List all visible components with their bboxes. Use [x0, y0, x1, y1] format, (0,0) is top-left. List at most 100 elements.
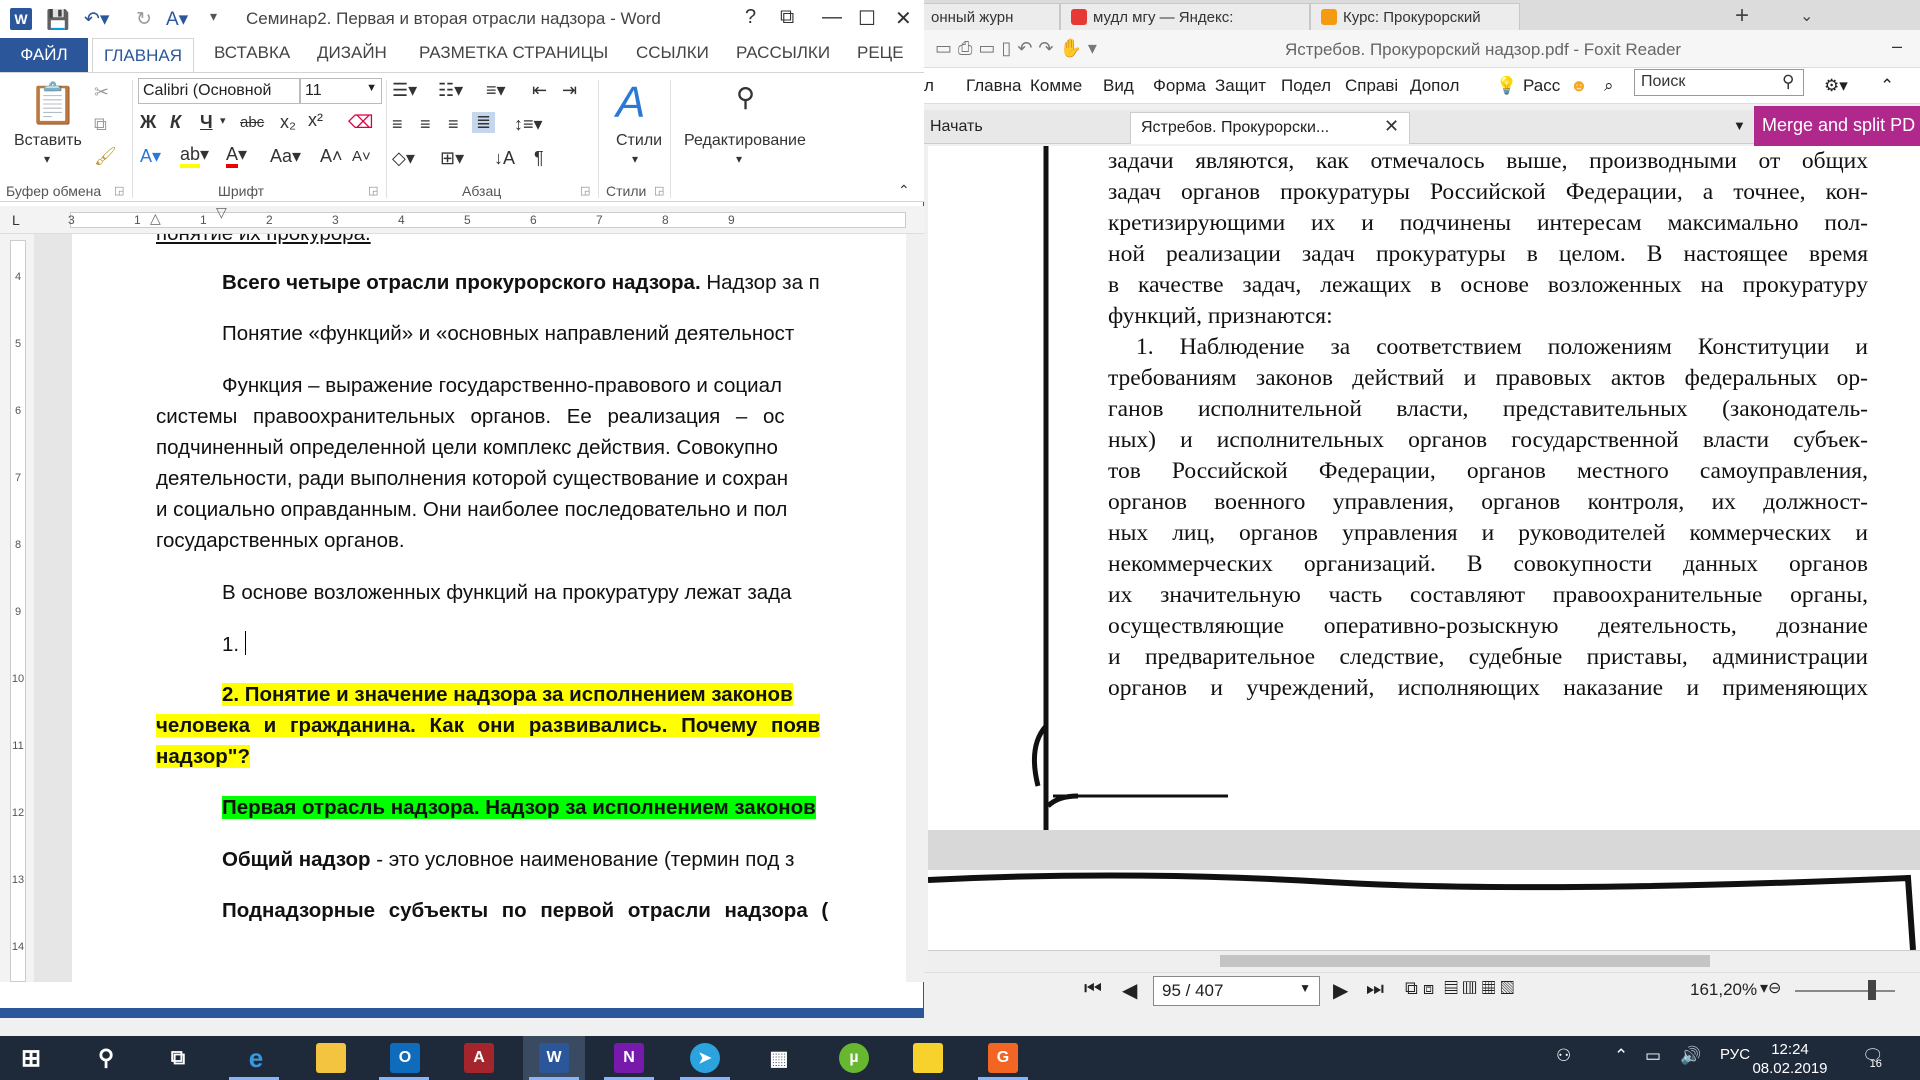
gear-icon[interactable]: ⚙▾: [1824, 76, 1848, 96]
tab-dropdown-icon[interactable]: ▼: [1733, 118, 1746, 133]
cut-icon[interactable]: ✂: [94, 82, 109, 103]
collapse-ribbon-icon[interactable]: ⌃: [1880, 76, 1894, 96]
bold-button[interactable]: Ж: [140, 112, 156, 133]
decrease-indent-icon[interactable]: ⇤: [532, 80, 547, 101]
menu-item[interactable]: л: [924, 76, 934, 96]
menu-item[interactable]: Главна: [966, 76, 1022, 96]
superscript-button[interactable]: x²: [308, 110, 323, 131]
collapse-ribbon-icon[interactable]: ⌃: [898, 182, 910, 199]
tab-selector-icon[interactable]: L: [12, 212, 20, 228]
taskbar-outlook[interactable]: O: [374, 1036, 436, 1080]
numbering-icon[interactable]: ☷▾: [438, 80, 463, 101]
page-view-icons[interactable]: ⧉ ⧈ ▤ ▥ ▦ ▧: [1405, 978, 1514, 999]
menu-item[interactable]: Расс: [1523, 76, 1560, 96]
tab-mailings[interactable]: РАССЫЛКИ: [736, 43, 830, 63]
multilevel-list-icon[interactable]: ≡▾: [486, 80, 506, 101]
new-tab-button[interactable]: +: [1735, 2, 1749, 30]
tab-references[interactable]: ССЫЛКИ: [636, 43, 709, 63]
tab-layout[interactable]: РАЗМЕТКА СТРАНИЦЫ: [419, 43, 608, 63]
zoom-slider[interactable]: [1795, 990, 1895, 992]
tab-list-chevron-icon[interactable]: ⌄: [1800, 6, 1813, 26]
styles-icon[interactable]: A: [616, 78, 645, 128]
minimize-icon[interactable]: —: [822, 6, 842, 29]
notifications-icon[interactable]: 🗨16: [1862, 1046, 1896, 1070]
ruler-scale[interactable]: 3 1 1 2 3 4 5 6 7 8 9: [68, 212, 906, 228]
styles-button[interactable]: Стили: [616, 132, 662, 150]
sort-icon[interactable]: ↓A: [494, 148, 515, 169]
editing-button[interactable]: Редактирование: [684, 132, 806, 150]
lightbulb-icon[interactable]: 💡: [1496, 76, 1517, 96]
help-icon[interactable]: ?: [745, 6, 756, 29]
shrink-font-icon[interactable]: A˅: [352, 148, 371, 165]
scrollbar-thumb[interactable]: [1220, 955, 1710, 967]
format-painter-icon[interactable]: 🖌: [94, 146, 117, 167]
document-tab[interactable]: Ястребов. Прокурорски...: [1130, 112, 1410, 144]
chevron-down-icon[interactable]: ▾: [44, 152, 50, 166]
start-button[interactable]: ⊞: [0, 1036, 62, 1080]
taskbar-telegram[interactable]: ➤: [674, 1036, 736, 1080]
battery-icon[interactable]: ▭: [1645, 1046, 1661, 1066]
close-icon[interactable]: ✕: [895, 6, 912, 31]
italic-button[interactable]: К: [170, 112, 181, 133]
tab-design[interactable]: ДИЗАЙН: [317, 43, 387, 63]
grow-font-icon[interactable]: A˄: [320, 146, 343, 167]
underline-button[interactable]: Ч: [200, 112, 213, 133]
chevron-down-icon[interactable]: ▾: [632, 152, 638, 166]
next-page-icon[interactable]: ▶: [1333, 978, 1348, 1003]
hanging-indent-marker[interactable]: △: [150, 210, 161, 227]
clock[interactable]: 12:24 08.02.2019: [1740, 1040, 1840, 1078]
change-case-icon[interactable]: Aa▾: [270, 146, 301, 167]
tab-review[interactable]: РЕЦЕ: [857, 43, 904, 63]
minimize-icon[interactable]: –: [1892, 36, 1902, 57]
taskbar-sticky-notes[interactable]: [897, 1036, 959, 1080]
taskbar-store[interactable]: ▦: [748, 1036, 810, 1080]
text-format-icon[interactable]: A▾: [166, 8, 188, 31]
zoom-slider-thumb[interactable]: [1868, 980, 1876, 1000]
foxit-quick-access-icons[interactable]: ▭⎙▭▯↶↷✋▾: [935, 38, 1103, 59]
undo-icon[interactable]: ↶▾: [84, 8, 109, 31]
taskbar-onenote[interactable]: N: [598, 1036, 660, 1080]
align-right-icon[interactable]: ≡: [448, 114, 459, 135]
menu-item[interactable]: Допол: [1410, 76, 1459, 96]
paste-button[interactable]: Вставить: [14, 132, 82, 150]
menu-item[interactable]: Вид: [1103, 76, 1134, 96]
align-center-icon[interactable]: ≡: [420, 114, 431, 135]
taskbar-edge[interactable]: e: [225, 1036, 287, 1080]
borders-icon[interactable]: ⊞▾: [440, 148, 464, 169]
search-input[interactable]: Поиск: [1634, 69, 1804, 96]
search-button[interactable]: ⚲: [75, 1036, 137, 1080]
menu-item[interactable]: Справі: [1345, 76, 1398, 96]
people-icon[interactable]: ⚇: [1556, 1046, 1571, 1066]
prev-page-icon[interactable]: ◀: [1122, 978, 1137, 1003]
clear-format-icon[interactable]: ⌫: [348, 112, 373, 133]
zoom-out-icon[interactable]: ▾⊖: [1760, 978, 1781, 998]
strikethrough-button[interactable]: abc: [240, 114, 264, 131]
font-name-select[interactable]: Calibri (Основной: [138, 78, 300, 104]
copy-icon[interactable]: ⧉: [94, 114, 107, 135]
paste-icon[interactable]: 📋: [28, 80, 78, 127]
maximize-icon[interactable]: ☐: [858, 6, 876, 31]
justify-icon[interactable]: ≣: [472, 112, 496, 133]
taskbar-foxit[interactable]: G: [972, 1036, 1034, 1080]
menu-item[interactable]: Защит: [1215, 76, 1266, 96]
smile-icon[interactable]: ☻: [1570, 76, 1588, 96]
browser-tab[interactable]: онный журн: [920, 3, 1060, 30]
search-icon[interactable]: ⚲: [1782, 72, 1794, 92]
show-hidden-icons[interactable]: ⌃: [1614, 1046, 1628, 1066]
font-size-select[interactable]: 11 ▼: [300, 78, 382, 104]
dialog-launcher-icon[interactable]: ◲: [114, 184, 124, 197]
subscript-button[interactable]: x₂: [280, 112, 296, 133]
redo-icon[interactable]: ↻: [136, 8, 152, 31]
menu-item[interactable]: Комме: [1030, 76, 1082, 96]
highlight-icon[interactable]: ab▾: [180, 144, 209, 168]
browser-tab[interactable]: мудл мгу — Яндекс:: [1060, 3, 1310, 30]
taskbar-word[interactable]: W: [523, 1036, 585, 1080]
taskbar-utorrent[interactable]: µ: [823, 1036, 885, 1080]
menu-item[interactable]: Форма: [1153, 76, 1206, 96]
line-spacing-icon[interactable]: ↕≡▾: [514, 114, 543, 135]
page-number-input[interactable]: 95 / 407 ▼: [1153, 976, 1320, 1006]
word-logo-icon[interactable]: W: [10, 8, 32, 30]
task-view-button[interactable]: ⧉: [147, 1036, 209, 1080]
tab-home[interactable]: ГЛАВНАЯ: [92, 38, 194, 73]
first-line-indent-marker[interactable]: ▽: [216, 204, 227, 221]
